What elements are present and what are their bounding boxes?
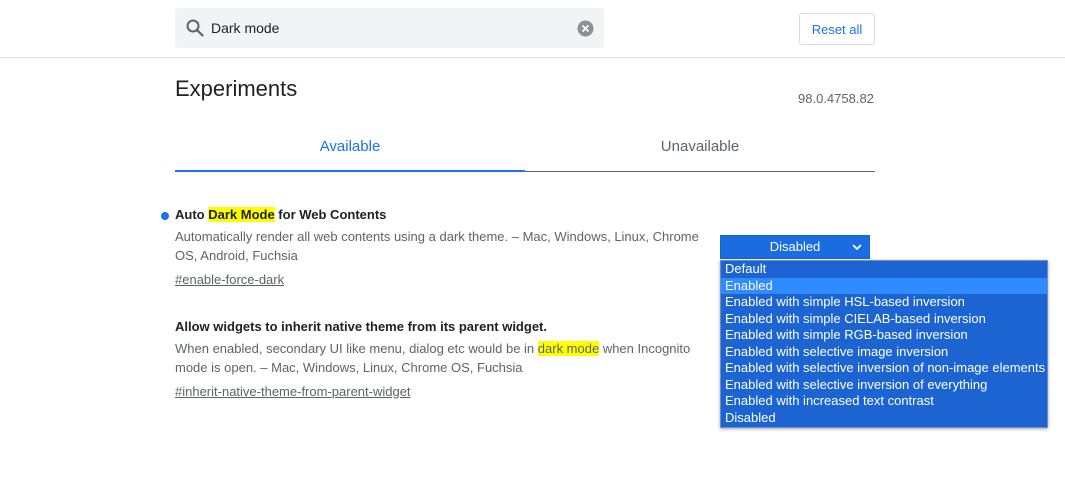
experiment-permalink[interactable]: #enable-force-dark: [175, 270, 284, 289]
reset-all-button[interactable]: Reset all: [799, 13, 875, 45]
search-highlight: Dark Mode: [208, 207, 275, 222]
dropdown-option[interactable]: Default: [721, 261, 1047, 278]
dropdown-option[interactable]: Enabled with selective inversion of non-…: [721, 360, 1047, 377]
title-text: for Web Contents: [274, 207, 387, 222]
experiment-title: Auto Dark Mode for Web Contents: [175, 206, 705, 224]
modified-indicator-dot: [161, 212, 169, 220]
search-icon: [186, 19, 204, 37]
dropdown-option[interactable]: Disabled: [721, 410, 1047, 427]
dropdown-option[interactable]: Enabled with increased text contrast: [721, 393, 1047, 410]
experiment-description: When enabled, secondary UI like menu, di…: [175, 339, 705, 377]
tab-available[interactable]: Available: [175, 131, 525, 172]
reset-all-label: Reset all: [811, 21, 863, 37]
top-bar: Reset all: [0, 0, 1065, 58]
search-box[interactable]: [175, 8, 604, 48]
select-value: Disabled: [769, 239, 821, 254]
experiment-description: Automatically render all web contents us…: [175, 229, 699, 263]
dropdown-option[interactable]: Enabled with selective image inversion: [721, 344, 1047, 361]
dropdown-option[interactable]: Enabled with selective inversion of ever…: [721, 377, 1047, 394]
select-dropdown-list: Default Enabled Enabled with simple HSL-…: [720, 260, 1048, 428]
title-text: Auto: [175, 207, 209, 222]
page-title: Experiments: [175, 76, 298, 101]
experiment-auto-dark-mode: Auto Dark Mode for Web Contents Automati…: [175, 206, 705, 289]
dropdown-option[interactable]: Enabled with simple HSL-based inversion: [721, 294, 1047, 311]
search-highlight: dark mode: [537, 341, 600, 356]
dropdown-option[interactable]: Enabled with simple CIELAB-based inversi…: [721, 311, 1047, 328]
experiment-title: Allow widgets to inherit native theme fr…: [175, 319, 547, 334]
chevron-down-icon: [852, 244, 862, 251]
clear-search-icon[interactable]: [577, 20, 594, 37]
tab-unavailable[interactable]: Unavailable: [525, 131, 875, 172]
experiment-permalink[interactable]: #inherit-native-theme-from-parent-widget: [175, 382, 411, 401]
search-input[interactable]: [211, 18, 551, 38]
dropdown-option[interactable]: Enabled with simple RGB-based inversion: [721, 327, 1047, 344]
experiment-state-select[interactable]: Disabled: [720, 235, 870, 259]
description-text: When enabled, secondary UI like menu, di…: [175, 341, 538, 356]
version-number: 98.0.4758.82: [798, 91, 874, 106]
experiment-inherit-native-theme: Allow widgets to inherit native theme fr…: [175, 318, 705, 401]
dropdown-option-highlighted[interactable]: Enabled: [721, 277, 1047, 294]
